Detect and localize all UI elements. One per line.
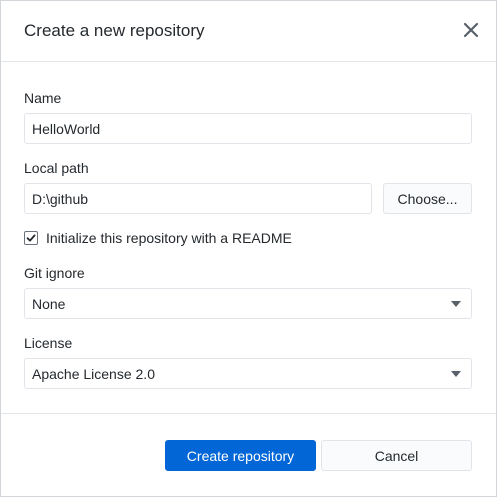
local-path-input[interactable] <box>24 183 372 214</box>
create-repository-dialog: Create a new repository Name Local path … <box>0 0 497 497</box>
dialog-title: Create a new repository <box>24 21 205 40</box>
git-ignore-select[interactable]: None <box>24 288 472 319</box>
name-label: Name <box>24 90 62 106</box>
chevron-down-icon <box>451 301 461 307</box>
license-label: License <box>24 335 73 351</box>
git-ignore-label: Git ignore <box>24 265 85 281</box>
create-repository-button[interactable]: Create repository <box>165 440 316 471</box>
checkmark-icon <box>26 234 36 242</box>
close-icon <box>463 22 479 38</box>
close-button[interactable] <box>462 21 480 39</box>
license-select[interactable]: Apache License 2.0 <box>24 358 472 389</box>
name-input[interactable] <box>24 113 472 144</box>
license-selected: Apache License 2.0 <box>32 365 155 382</box>
git-ignore-selected: None <box>32 295 66 312</box>
dialog-header: Create a new repository <box>1 1 496 62</box>
choose-path-button[interactable]: Choose... <box>383 183 472 214</box>
local-path-label: Local path <box>24 160 89 176</box>
dialog-footer: Create repository Cancel <box>1 413 496 497</box>
cancel-button[interactable]: Cancel <box>321 440 472 471</box>
chevron-down-icon <box>451 371 461 377</box>
readme-checkbox-label: Initialize this repository with a README <box>46 230 292 246</box>
readme-checkbox[interactable] <box>24 231 38 245</box>
readme-checkbox-row[interactable]: Initialize this repository with a README <box>24 230 292 246</box>
